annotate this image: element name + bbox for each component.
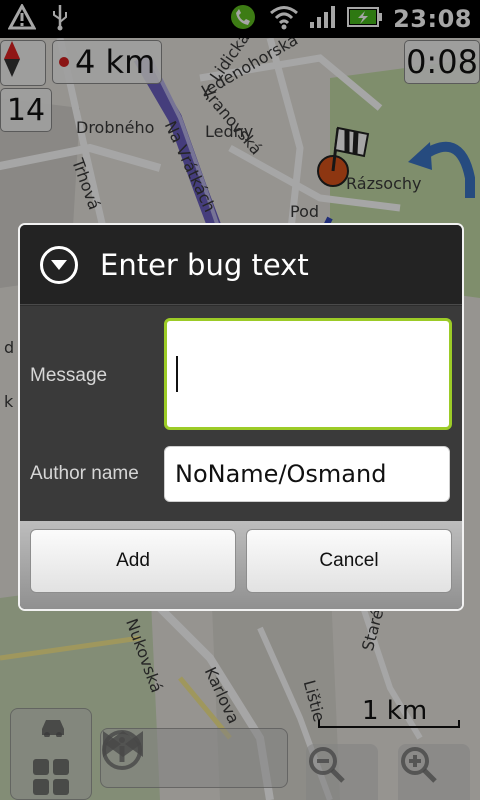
chevron-down-icon xyxy=(40,245,78,284)
dialog-title: Enter bug text xyxy=(100,247,309,282)
add-button[interactable]: Add xyxy=(30,529,236,593)
dialog-footer: Add Cancel xyxy=(20,521,462,609)
bug-report-dialog: Enter bug text Message Author name Add C… xyxy=(18,223,464,611)
author-name-input[interactable] xyxy=(164,446,450,502)
message-input[interactable] xyxy=(164,318,452,430)
dialog-header: Enter bug text xyxy=(20,225,462,305)
cancel-button[interactable]: Cancel xyxy=(246,529,452,593)
text-cursor xyxy=(176,356,178,392)
author-name-label: Author name xyxy=(30,463,139,484)
message-label: Message xyxy=(30,365,108,386)
